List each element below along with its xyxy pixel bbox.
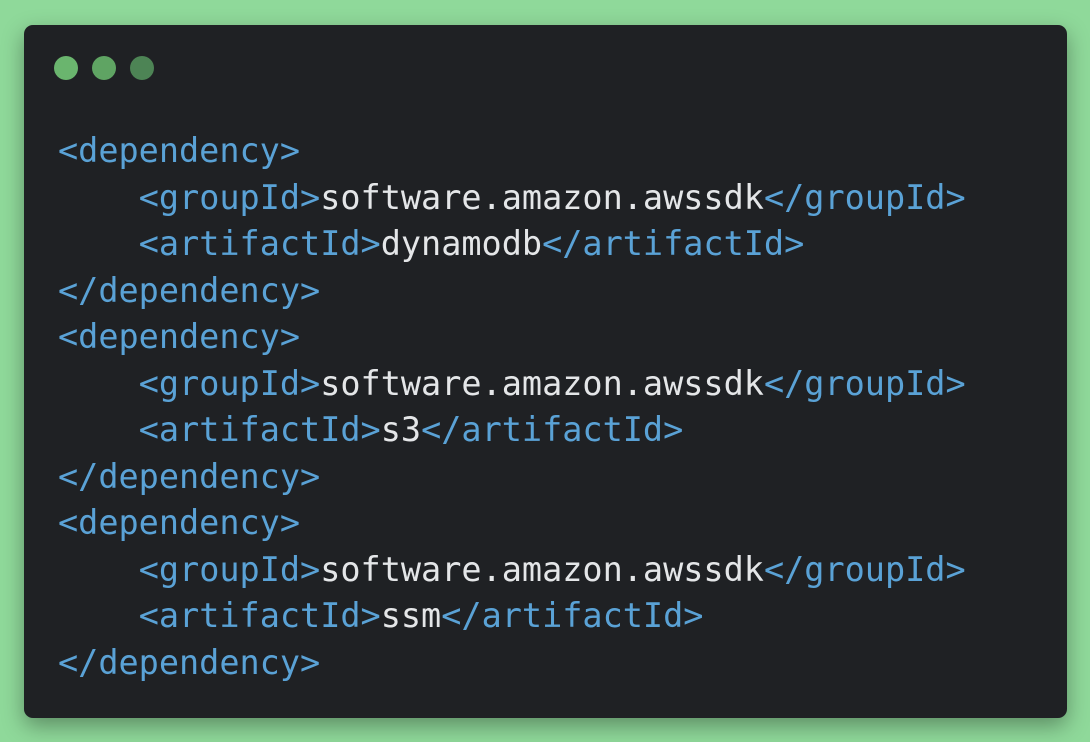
code-line: <artifactId>dynamodb</artifactId>: [58, 221, 1063, 268]
code-line: <dependency>: [58, 314, 1063, 361]
xml-tag: <artifactId>: [138, 410, 381, 449]
xml-tag: </dependency>: [58, 456, 321, 496]
code-line: </dependency>: [58, 268, 1063, 315]
xml-text: software.amazon.awssdk: [320, 363, 764, 403]
xml-text: software.amazon.awssdk: [320, 177, 764, 217]
code-line: <artifactId>ssm</artifactId>: [58, 593, 1063, 640]
xml-tag: <groupId>: [138, 177, 321, 217]
xml-text: s3: [380, 410, 422, 449]
code-line: <groupId>software.amazon.awssdk</groupId…: [58, 175, 1063, 222]
code-line: </dependency>: [58, 454, 1063, 501]
code-line: </dependency>: [58, 640, 1063, 687]
code-block: <dependency> <groupId>software.amazon.aw…: [58, 128, 1063, 686]
xml-tag: </artifactId>: [421, 410, 684, 449]
xml-tag: </dependency>: [58, 642, 321, 682]
xml-tag: </groupId>: [763, 177, 966, 217]
window-controls: [54, 56, 154, 80]
xml-tag: <dependency>: [58, 503, 301, 542]
xml-tag: </artifactId>: [542, 224, 805, 263]
xml-tag: <dependency>: [58, 317, 301, 356]
code-line: <groupId>software.amazon.awssdk</groupId…: [58, 361, 1063, 408]
code-line: <dependency>: [58, 500, 1063, 547]
code-line: <dependency>: [58, 128, 1063, 175]
code-window: <dependency> <groupId>software.amazon.aw…: [24, 25, 1067, 718]
window-dot-3: [130, 56, 154, 80]
xml-tag: <artifactId>: [138, 224, 381, 263]
xml-tag: <dependency>: [58, 131, 301, 170]
xml-tag: <groupId>: [138, 363, 321, 403]
xml-tag: </dependency>: [58, 270, 321, 310]
xml-tag: </groupId>: [763, 363, 966, 403]
xml-text: ssm: [380, 596, 442, 635]
window-dot-2: [92, 56, 116, 80]
xml-text: dynamodb: [380, 224, 543, 263]
xml-tag: </groupId>: [763, 549, 966, 589]
code-line: <groupId>software.amazon.awssdk</groupId…: [58, 547, 1063, 594]
xml-text: software.amazon.awssdk: [320, 549, 764, 589]
xml-tag: <artifactId>: [138, 596, 381, 635]
xml-tag: <groupId>: [138, 549, 321, 589]
code-line: <artifactId>s3</artifactId>: [58, 407, 1063, 454]
window-dot-1: [54, 56, 78, 80]
xml-tag: </artifactId>: [441, 596, 704, 635]
